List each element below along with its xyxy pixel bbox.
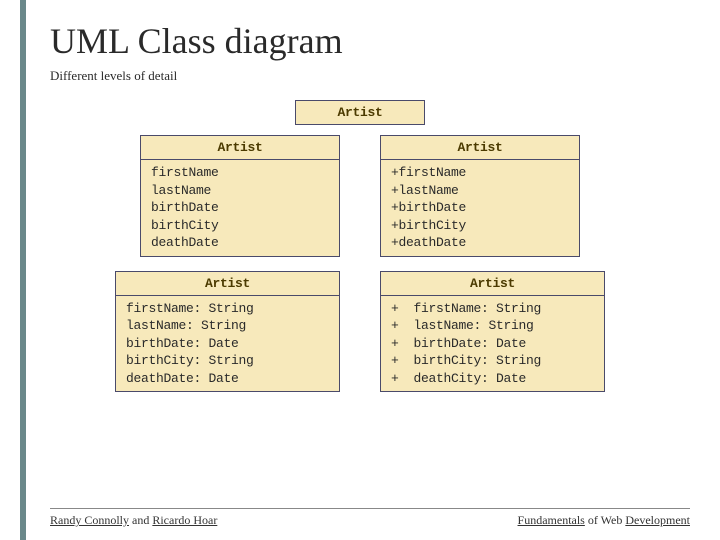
footer-and: and	[129, 513, 152, 527]
uml-attr: + birthDate: Date	[391, 335, 594, 353]
uml-row-bottom: Artist firstName: String lastName: Strin…	[115, 271, 605, 393]
uml-class-name: Artist	[381, 136, 579, 160]
footer-book-w2: Development	[625, 513, 690, 527]
uml-class-visibility-attrs: Artist +firstName +lastName +birthDate +…	[380, 135, 580, 257]
uml-attr: lastName	[151, 182, 329, 200]
uml-attr: +lastName	[391, 182, 569, 200]
uml-attr: birthDate: Date	[126, 335, 329, 353]
uml-class-name: Artist	[296, 101, 424, 124]
footer-author2: Ricardo Hoar	[152, 513, 217, 527]
uml-attr-list: + firstName: String + lastName: String +…	[381, 296, 604, 392]
uml-attr: +deathDate	[391, 234, 569, 252]
page-subtitle: Different levels of detail	[50, 68, 670, 84]
footer-book-w1: Fundamentals	[518, 513, 585, 527]
diagram-area: Artist Artist firstName lastName birthDa…	[50, 100, 670, 406]
uml-attr: firstName	[151, 164, 329, 182]
uml-row-middle: Artist firstName lastName birthDate birt…	[140, 135, 580, 257]
uml-class-name-only: Artist	[295, 100, 425, 125]
uml-attr: + deathCity: Date	[391, 370, 594, 388]
uml-attr: birthDate	[151, 199, 329, 217]
uml-attr: + birthCity: String	[391, 352, 594, 370]
uml-attr-list: +firstName +lastName +birthDate +birthCi…	[381, 160, 579, 256]
footer-book: Fundamentals of Web Development	[518, 513, 690, 528]
footer-book-mid: of Web	[585, 513, 625, 527]
uml-attr: firstName: String	[126, 300, 329, 318]
slide-footer: Randy Connolly and Ricardo Hoar Fundamen…	[50, 508, 690, 528]
uml-attr: birthCity: String	[126, 352, 329, 370]
uml-attr: birthCity	[151, 217, 329, 235]
uml-row-top: Artist	[295, 100, 425, 125]
footer-author1: Randy Connolly	[50, 513, 129, 527]
uml-class-name: Artist	[116, 272, 339, 296]
uml-class-typed-attrs: Artist firstName: String lastName: Strin…	[115, 271, 340, 393]
uml-attr-list: firstName: String lastName: String birth…	[116, 296, 339, 392]
uml-class-name: Artist	[141, 136, 339, 160]
uml-class-basic-attrs: Artist firstName lastName birthDate birt…	[140, 135, 340, 257]
uml-attr: deathDate	[151, 234, 329, 252]
uml-attr: + firstName: String	[391, 300, 594, 318]
uml-attr-list: firstName lastName birthDate birthCity d…	[141, 160, 339, 256]
page-title: UML Class diagram	[50, 20, 670, 62]
uml-attr: lastName: String	[126, 317, 329, 335]
left-accent-bar	[20, 0, 26, 540]
uml-attr: deathDate: Date	[126, 370, 329, 388]
uml-class-name: Artist	[381, 272, 604, 296]
uml-attr: +birthCity	[391, 217, 569, 235]
footer-authors: Randy Connolly and Ricardo Hoar	[50, 513, 217, 528]
uml-attr: +firstName	[391, 164, 569, 182]
uml-attr: +birthDate	[391, 199, 569, 217]
uml-class-visibility-typed-attrs: Artist + firstName: String + lastName: S…	[380, 271, 605, 393]
uml-attr: + lastName: String	[391, 317, 594, 335]
